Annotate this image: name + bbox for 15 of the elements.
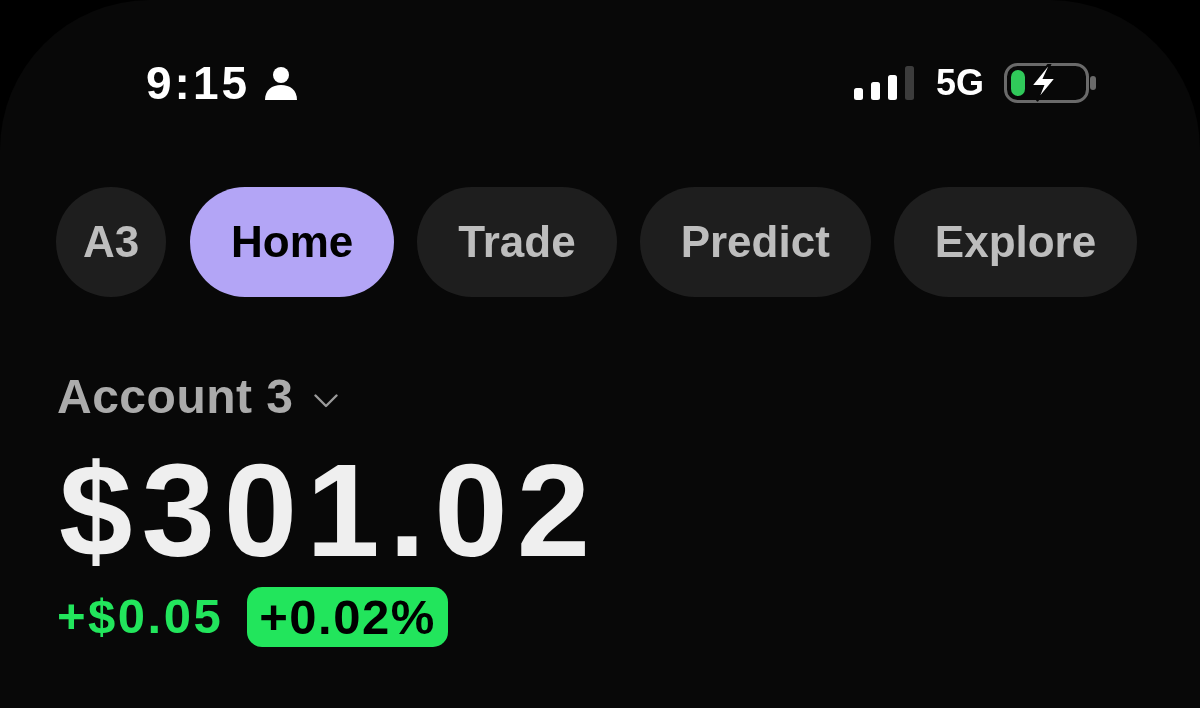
account-balance: $301.02 — [59, 437, 600, 583]
balance-change: +$0.05 — [57, 592, 224, 642]
nav-tab[interactable]: Trade — [417, 187, 617, 297]
account-avatar-button[interactable]: A3 — [56, 187, 166, 297]
battery-charging-icon — [1004, 63, 1096, 103]
network-type: 5G — [935, 65, 984, 101]
nav-tab[interactable]: Predict — [639, 187, 871, 297]
account-name[interactable]: Account 3 — [57, 371, 294, 424]
clock-time: 9:15 — [146, 60, 251, 106]
change-percent-badge: +0.02% — [247, 587, 448, 647]
nav-tab[interactable]: Explore — [893, 187, 1138, 297]
person-icon — [264, 66, 299, 100]
chevron-down-icon[interactable] — [313, 394, 338, 409]
nav-tab[interactable]: Home — [190, 187, 395, 297]
signal-icon — [853, 66, 914, 100]
